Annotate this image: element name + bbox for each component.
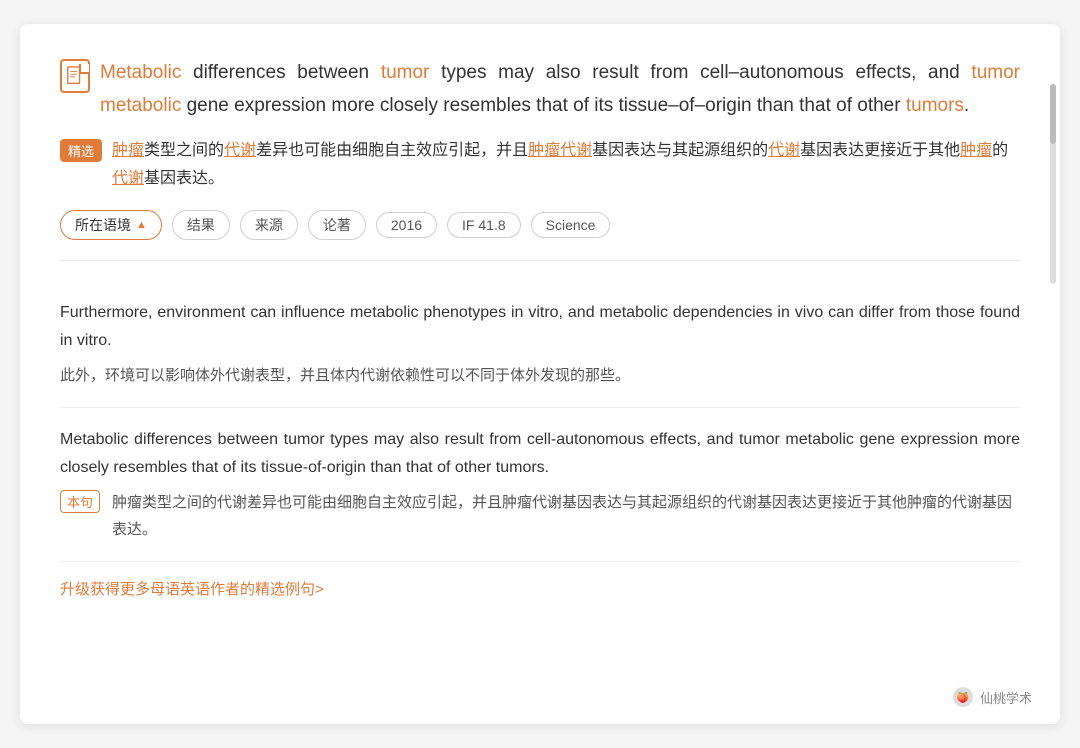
jingxuan-badge: 精选 bbox=[60, 139, 102, 162]
highlight-metabolic: Metabolic bbox=[100, 62, 181, 83]
upgrade-link[interactable]: 升级获得更多母语英语作者的精选例句> bbox=[60, 578, 324, 599]
tag-result[interactable]: 结果 bbox=[172, 210, 230, 240]
main-card: Metabolic differences between tumor type… bbox=[20, 24, 1060, 724]
featured-chinese: 精选 肿瘤类型之间的代谢差异也可能由细胞自主效应引起，并且肿瘤代谢基因表达与其起… bbox=[60, 137, 1020, 195]
featured-english: Metabolic differences between tumor type… bbox=[60, 56, 1020, 123]
tag-context[interactable]: 所在语境 ▲ bbox=[60, 210, 162, 240]
result-1-english: Furthermore, environment can influence m… bbox=[60, 299, 1020, 355]
result-item-1: Furthermore, environment can influence m… bbox=[60, 281, 1020, 408]
tag-journal[interactable]: Science bbox=[531, 212, 611, 238]
highlight-tumor-metabolic: tumor metabolic bbox=[100, 62, 1020, 116]
cn-highlight-6: 代谢 bbox=[112, 170, 144, 187]
tag-if-label: IF 41.8 bbox=[462, 217, 506, 233]
tag-source-label: 来源 bbox=[255, 215, 283, 235]
cn-highlight-1: 肿瘤 bbox=[112, 142, 144, 159]
result-2-chinese: 肿瘤类型之间的代谢差异也可能由细胞自主效应引起，并且肿瘤代谢基因表达与其起源组织… bbox=[112, 490, 1020, 543]
tags-row: 所在语境 ▲ 结果 来源 论著 2016 IF 41.8 Science bbox=[60, 210, 1020, 240]
cn-highlight-5: 肿瘤 bbox=[960, 142, 992, 159]
document-icon bbox=[60, 59, 90, 93]
svg-text:🍑: 🍑 bbox=[957, 691, 970, 704]
tag-result-label: 结果 bbox=[187, 215, 215, 235]
cn-highlight-2: 代谢 bbox=[224, 142, 256, 159]
tag-paper[interactable]: 论著 bbox=[308, 210, 366, 240]
featured-chinese-text: 肿瘤类型之间的代谢差异也可能由细胞自主效应引起，并且肿瘤代谢基因表达与其起源组织… bbox=[112, 137, 1020, 195]
scrollbar[interactable] bbox=[1050, 84, 1056, 284]
tag-arrow-icon: ▲ bbox=[136, 219, 147, 231]
tag-context-label: 所在语境 bbox=[75, 215, 131, 235]
benj-badge: 本句 bbox=[60, 490, 100, 513]
tag-journal-label: Science bbox=[546, 217, 596, 233]
result-item-2: Metabolic differences between tumor type… bbox=[60, 408, 1020, 562]
watermark-icon: 🍑 bbox=[952, 686, 974, 708]
highlight-tumors: tumors bbox=[906, 95, 964, 116]
featured-section: Metabolic differences between tumor type… bbox=[60, 56, 1020, 261]
result-2-english: Metabolic differences between tumor type… bbox=[60, 426, 1020, 482]
tag-year[interactable]: 2016 bbox=[376, 212, 437, 238]
scrollbar-thumb bbox=[1050, 84, 1056, 144]
result-1-chinese: 此外，环境可以影响体外代谢表型，并且体内代谢依赖性可以不同于体外发现的那些。 bbox=[60, 363, 1020, 389]
watermark: 🍑 仙桃学术 bbox=[952, 686, 1032, 708]
featured-english-text: Metabolic differences between tumor type… bbox=[100, 56, 1020, 123]
highlight-tumor1: tumor bbox=[381, 62, 430, 83]
tag-if[interactable]: IF 41.8 bbox=[447, 212, 521, 238]
tag-year-label: 2016 bbox=[391, 217, 422, 233]
cn-highlight-4: 代谢 bbox=[768, 142, 800, 159]
tag-source[interactable]: 来源 bbox=[240, 210, 298, 240]
cn-highlight-3: 肿瘤代谢 bbox=[528, 142, 592, 159]
watermark-text: 仙桃学术 bbox=[980, 688, 1032, 707]
tag-paper-label: 论著 bbox=[323, 215, 351, 235]
